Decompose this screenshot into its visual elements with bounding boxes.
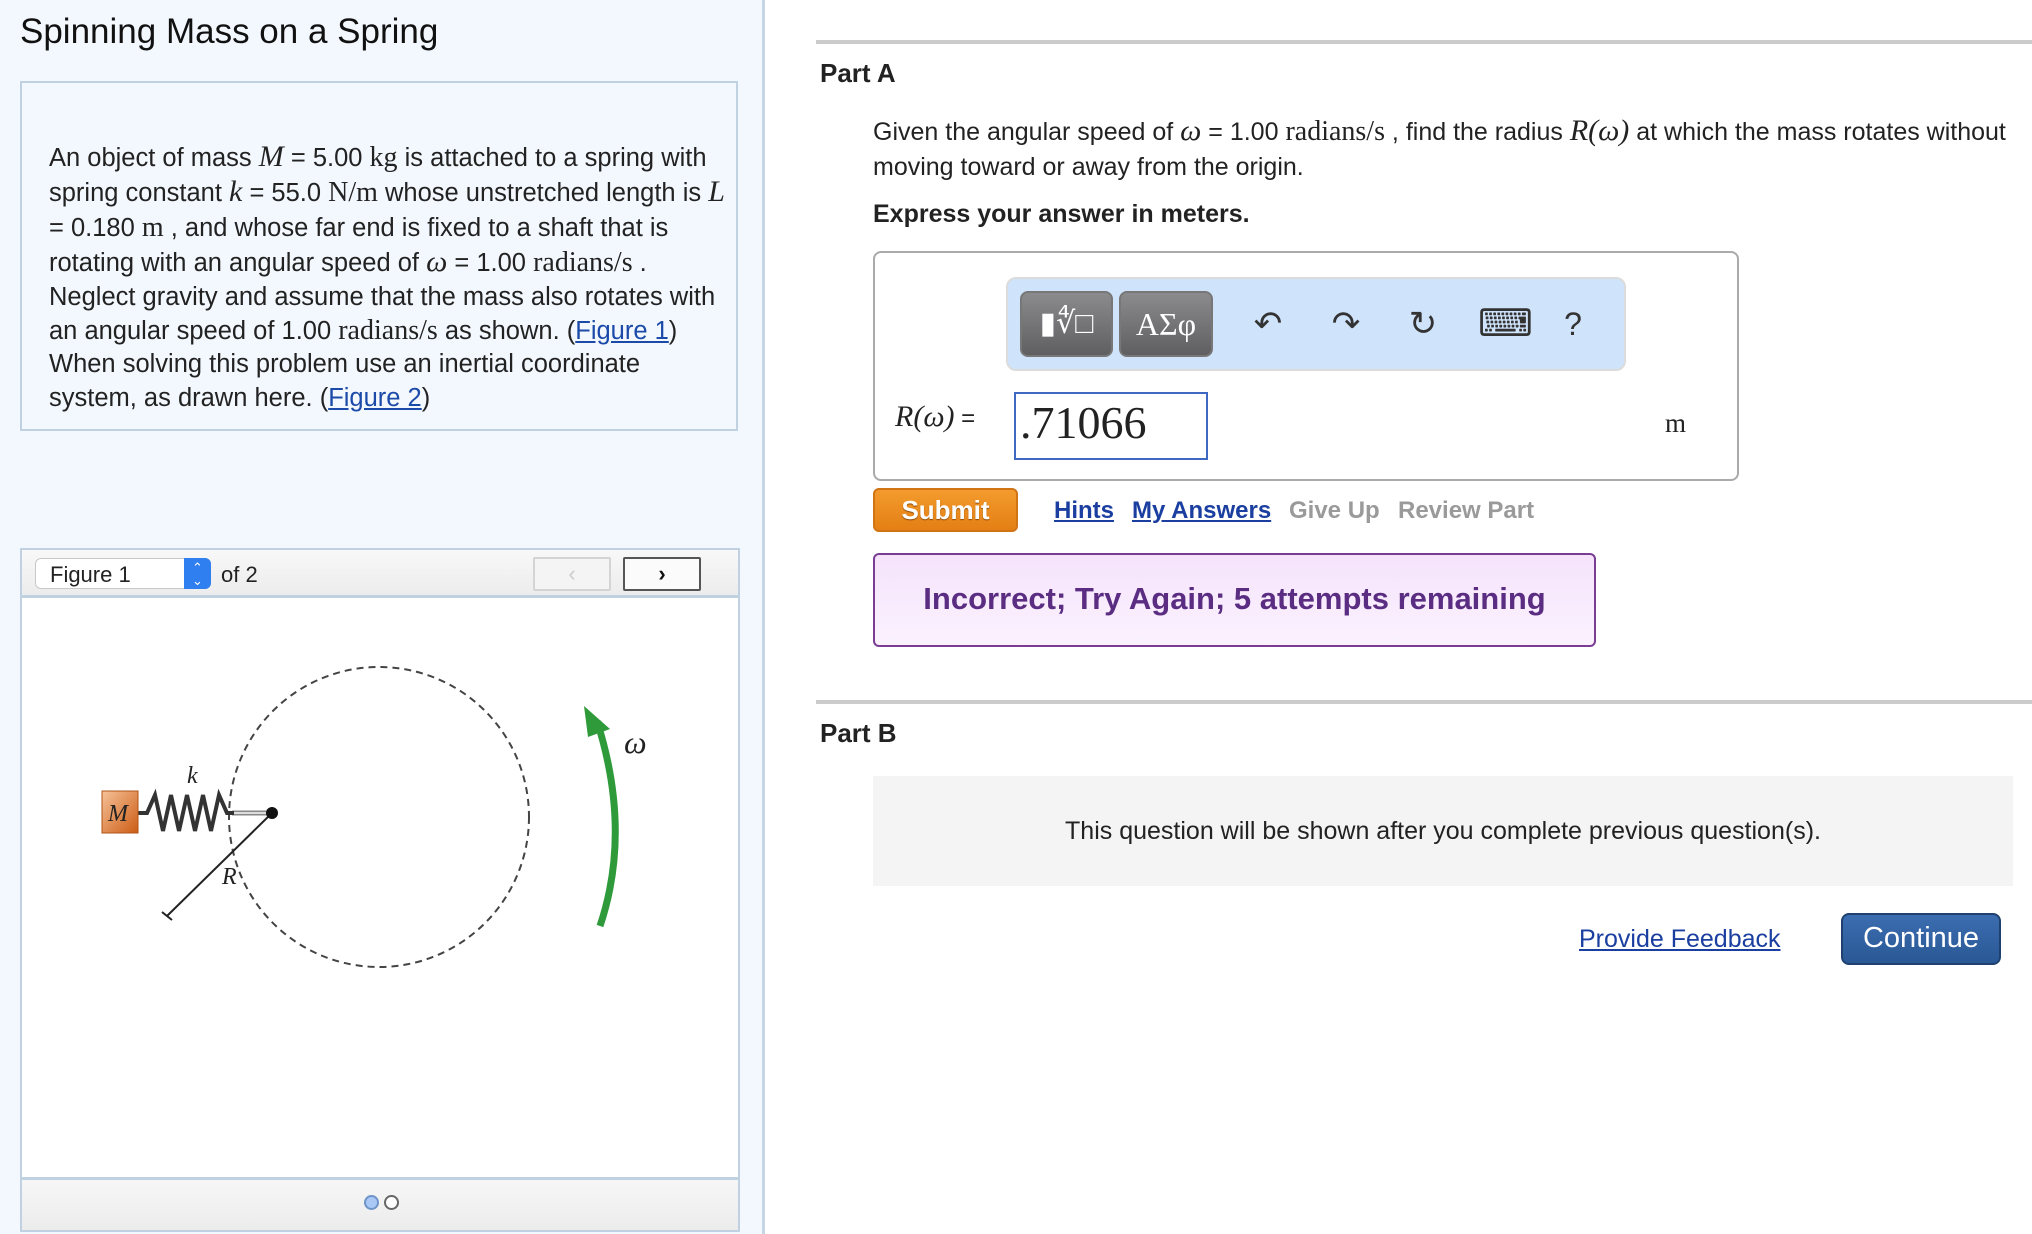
redo-icon[interactable]: ↷ <box>1326 299 1366 349</box>
text: = 1.00 <box>447 249 534 278</box>
unit-n-per-m: N/m <box>328 177 378 209</box>
length-symbol: L <box>708 175 725 209</box>
figure-1-link[interactable]: Figure 1 <box>575 317 669 345</box>
text: ) <box>421 383 431 412</box>
figure-header: Figure 1 ⌃ ⌄ of 2 ‹ › <box>22 550 738 598</box>
figure-select-value: Figure 1 <box>50 562 131 587</box>
mass-symbol: M <box>258 140 284 173</box>
mass-label: M <box>107 801 130 827</box>
answer-box: ▮∜□ ΑΣφ ↶ ↷ ↻ ⌨ ? R(ω) = .71066 m <box>873 251 1739 481</box>
text: as shown. ( <box>437 317 576 346</box>
select-arrows-icon: ⌃ ⌄ <box>184 558 211 589</box>
problem-panel: Spinning Mass on a Spring An object of m… <box>0 0 765 1234</box>
omega-symbol: ω <box>426 245 448 279</box>
divider <box>816 700 2032 704</box>
problem-statement: An object of mass M = 5.00 kg is attache… <box>49 140 729 415</box>
answer-label: R(ω) = <box>895 400 975 434</box>
text: = 5.00 <box>283 144 370 172</box>
templates-button[interactable]: ▮∜□ <box>1020 291 1113 357</box>
answer-variable: R(ω) <box>895 400 955 433</box>
pager-dot-1[interactable] <box>364 1195 379 1210</box>
provide-feedback-link[interactable]: Provide Feedback <box>1579 925 1781 954</box>
hints-link[interactable]: Hints <box>1054 497 1114 525</box>
figure-panel: Figure 1 ⌃ ⌄ of 2 ‹ › ω R k M <box>20 548 740 1232</box>
text: = 1.00 <box>1201 118 1286 146</box>
review-part-link[interactable]: Review Part <box>1398 497 1534 525</box>
answer-instructions: Express your answer in meters. <box>873 200 1250 228</box>
unit-m: m <box>141 211 164 243</box>
unit-kg: kg <box>369 142 398 173</box>
omega-arrow <box>593 719 619 928</box>
omega-arrowhead <box>584 706 610 737</box>
greek-symbols-button[interactable]: ΑΣφ <box>1119 291 1213 357</box>
part-a-heading: Part A <box>820 58 896 88</box>
text: , find the radius <box>1384 118 1570 146</box>
help-icon[interactable]: ? <box>1553 299 1593 349</box>
pager-dot-2[interactable] <box>384 1195 399 1210</box>
unit-rad-per-s: radians/s <box>338 315 438 347</box>
text: Given the angular speed of <box>873 118 1181 146</box>
figure-pager <box>22 1177 738 1230</box>
unit-rad-per-s: radians/s <box>533 247 633 279</box>
part-a-question: Given the angular speed of ω = 1.00 radi… <box>873 113 2013 185</box>
part-b-locked-message: This question will be shown after you co… <box>873 776 2013 886</box>
figure-select[interactable]: Figure 1 ⌃ ⌄ <box>35 558 211 589</box>
give-up-link[interactable]: Give Up <box>1289 497 1380 525</box>
orbit-circle <box>229 651 529 951</box>
text: An object of mass <box>49 144 259 172</box>
pivot-dot <box>266 807 278 819</box>
my-answers-link[interactable]: My Answers <box>1132 497 1271 525</box>
feedback-message: Incorrect; Try Again; 5 attempts remaini… <box>873 553 1596 647</box>
radius-line <box>166 812 273 917</box>
prev-figure-button[interactable]: ‹ <box>533 557 611 591</box>
spring-coil <box>137 788 234 832</box>
text: whose unstretched length is <box>377 179 709 208</box>
problem-title: Spinning Mass on a Spring <box>20 12 439 51</box>
omega-symbol: ω <box>1180 114 1202 147</box>
answer-unit: m <box>1665 408 1687 438</box>
equals-sign: = <box>954 405 976 432</box>
omega-label: ω <box>624 724 647 760</box>
figure-count: of 2 <box>221 562 258 587</box>
divider <box>816 40 2032 44</box>
radius-label: R <box>221 864 237 890</box>
undo-icon[interactable]: ↶ <box>1248 299 1288 349</box>
submit-button[interactable]: Submit <box>873 488 1018 532</box>
answer-input[interactable]: .71066 <box>1014 392 1208 460</box>
text: = 0.180 <box>49 213 142 242</box>
parts-panel: Part A Given the angular speed of ω = 1.… <box>768 0 2032 1234</box>
continue-button[interactable]: Continue <box>1841 913 2001 965</box>
figure-2-link[interactable]: Figure 2 <box>328 384 422 412</box>
reset-icon[interactable]: ↻ <box>1403 299 1443 349</box>
next-figure-button[interactable]: › <box>623 557 701 591</box>
spring-label: k <box>187 763 198 789</box>
unit-rad-per-s: radians/s <box>1285 116 1385 147</box>
keyboard-icon[interactable]: ⌨ <box>1478 299 1533 349</box>
part-b-heading: Part B <box>820 718 897 748</box>
problem-statement-box: An object of mass M = 5.00 kg is attache… <box>20 81 738 431</box>
spring-constant-symbol: k <box>229 175 243 209</box>
math-toolbar: ▮∜□ ΑΣφ ↶ ↷ ↻ ⌨ ? <box>1006 277 1626 371</box>
figure-diagram: ω R k M <box>101 651 647 968</box>
radius-symbol: R(ω) <box>1569 114 1630 147</box>
text: = 55.0 <box>242 179 329 208</box>
